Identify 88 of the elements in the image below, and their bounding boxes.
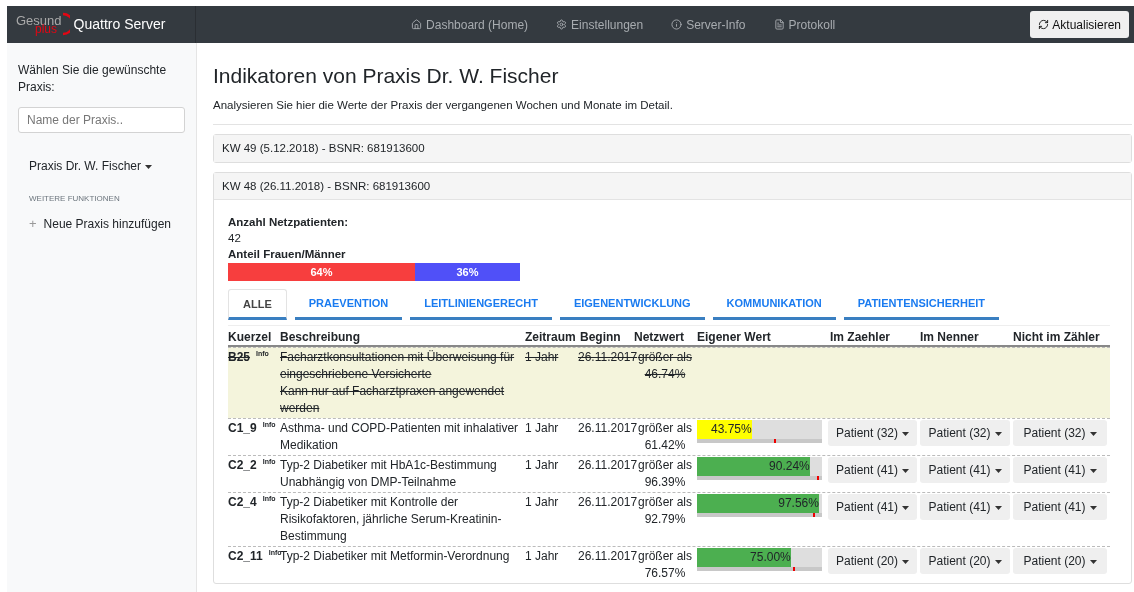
- caret-icon: [902, 431, 909, 436]
- caret-icon: [902, 559, 909, 564]
- caret-icon: [1089, 505, 1097, 510]
- indicator-description: Typ-2 Diabetiker mit HbA1c-Bestimmung Unabhängig von DMP-Teilnahme: [280, 457, 498, 492]
- caret-icon: [1089, 559, 1097, 564]
- indicator-description: Typ-2 Diabetiker mit Kontrolle der Risikofaktoren, jährliche Serum-Kreatinin-Bestimmung: [280, 494, 503, 546]
- sidebar-prompt: Wählen Sie die gewünschte Praxis:: [18, 62, 168, 96]
- column-header: Netzwert: [634, 329, 685, 346]
- patient-dropdown[interactable]: Patient (20): [920, 548, 1010, 575]
- app-title: Quattro Server: [73, 15, 166, 34]
- week-header[interactable]: KW 49 (5.12.2018) - BSNR: 681913600: [214, 135, 1131, 163]
- indicator-description: Asthma- und COPD-Patienten mit inhalativer Medikation: [280, 420, 520, 455]
- column-header: Kuerzel: [228, 329, 273, 346]
- caret-icon: [994, 468, 1002, 473]
- caret-icon: [1089, 468, 1097, 473]
- indicator-description: Kann nur auf Facharztpraxen angewendet werden: [280, 383, 506, 418]
- indicator-code: C1_9: [228, 420, 257, 438]
- column-header: Zeitraum: [525, 329, 577, 346]
- patient-dropdown[interactable]: Patient (41): [1013, 457, 1107, 484]
- info-icon: [671, 19, 683, 30]
- patient-dropdown[interactable]: Patient (41): [1013, 494, 1107, 521]
- column-header: Beschreibung: [280, 329, 361, 346]
- value-label: 75.00%: [750, 549, 791, 567]
- category-tab[interactable]: ALLE: [228, 289, 287, 321]
- refresh-button[interactable]: Aktualisieren: [1030, 11, 1129, 38]
- caret-icon: [994, 431, 1002, 436]
- indicator-code: C2_2: [228, 457, 257, 475]
- nav-link[interactable]: Server-Info: [671, 15, 746, 34]
- period-cell-text: 1 Jahr: [525, 457, 560, 475]
- category-tab[interactable]: EIGENENTWICKLUNG: [559, 289, 705, 321]
- patient-dropdown[interactable]: Patient (20): [1013, 548, 1107, 575]
- women-share-fill: 64%: [228, 263, 415, 282]
- caret-icon: [902, 505, 909, 510]
- indicator-description: Facharztkonsultationen mit Überweisung für eingeschriebene Versicherte: [280, 349, 516, 384]
- column-header: Im Nenner: [920, 329, 980, 346]
- caret-icon: [145, 164, 152, 169]
- page-title: Indikatoren von Praxis Dr. W. Fischer: [213, 63, 560, 89]
- patient-dropdown[interactable]: Patient (32): [1013, 420, 1107, 447]
- arc-icon: [61, 11, 70, 36]
- value-label: 90.24%: [769, 458, 810, 476]
- column-header: Eigener Wert: [697, 329, 772, 346]
- refresh-icon: [1038, 19, 1050, 30]
- patients-label: Anzahl Netzpatienten:: [228, 215, 350, 231]
- patient-dropdown[interactable]: Patient (41): [828, 457, 917, 484]
- indicator-code: C2_4: [228, 494, 257, 512]
- column-header: Beginn: [579, 329, 622, 346]
- caret-icon: [1089, 431, 1097, 436]
- patient-dropdown[interactable]: Patient (41): [920, 457, 1010, 484]
- indicator-code: C2_11: [228, 548, 263, 566]
- document-icon: [773, 19, 785, 30]
- logo-text: Gesund: [16, 15, 62, 25]
- category-tab[interactable]: KOMMUNIKATION: [712, 289, 836, 321]
- week-header[interactable]: KW 48 (26.11.2018) - BSNR: 681913600: [214, 173, 1131, 201]
- column-header: Im Zaehler: [829, 329, 892, 346]
- nav-link[interactable]: Einstellungen: [556, 15, 644, 34]
- patient-dropdown[interactable]: Patient (41): [920, 494, 1010, 521]
- section-heading: WEITERE FUNKTIONEN: [29, 193, 121, 205]
- practice-dropdown[interactable]: Praxis Dr. W. Fischer: [29, 157, 152, 175]
- logo-subtext: plus: [35, 24, 57, 34]
- period-cell-text: 1 Jahr: [525, 420, 560, 438]
- gear-icon: [556, 19, 568, 30]
- category-tab[interactable]: PRAEVENTION: [294, 289, 403, 321]
- period-cell-text: 1 Jahr: [525, 494, 560, 512]
- home-icon: [411, 19, 423, 30]
- category-tab[interactable]: LEITLINIENGERECHT: [410, 289, 552, 321]
- patient-dropdown[interactable]: Patient (41): [828, 494, 917, 521]
- page-subtitle: Analysieren Sie hier die Werte der Praxis der vergangenen Wochen und Monate im Detail.: [213, 97, 1132, 126]
- patients-count: 42: [228, 231, 242, 247]
- period-cell-text: 1 Jahr: [525, 349, 560, 367]
- patient-dropdown[interactable]: Patient (32): [920, 420, 1010, 447]
- indicator-description: Typ-2 Diabetiker mit Metformin-Verordnung: [280, 548, 511, 566]
- men-share-label: 36%: [455, 265, 480, 281]
- add-practice-link[interactable]: + Neue Praxis hinzufügen: [29, 214, 186, 234]
- patient-dropdown[interactable]: Patient (32): [828, 420, 917, 447]
- indicator-code: B25: [228, 349, 250, 367]
- period-cell-text: 1 Jahr: [525, 548, 560, 566]
- value-label: 43.75%: [711, 421, 752, 439]
- practice-search-field[interactable]: Name der Praxis..: [18, 107, 185, 133]
- caret-icon: [994, 505, 1002, 510]
- category-tab[interactable]: PATIENTENSICHERHEIT: [843, 289, 1000, 321]
- column-header: Nicht im Zähler: [1013, 329, 1101, 346]
- nav-link[interactable]: Protokoll: [773, 15, 836, 34]
- nav-link[interactable]: Dashboard (Home): [411, 15, 529, 34]
- patient-dropdown[interactable]: Patient (20): [828, 548, 917, 575]
- caret-icon: [994, 559, 1002, 564]
- caret-icon: [902, 468, 909, 473]
- value-label: 97.56%: [778, 495, 819, 513]
- ratio-label: Anteil Frauen/Männer: [228, 247, 347, 263]
